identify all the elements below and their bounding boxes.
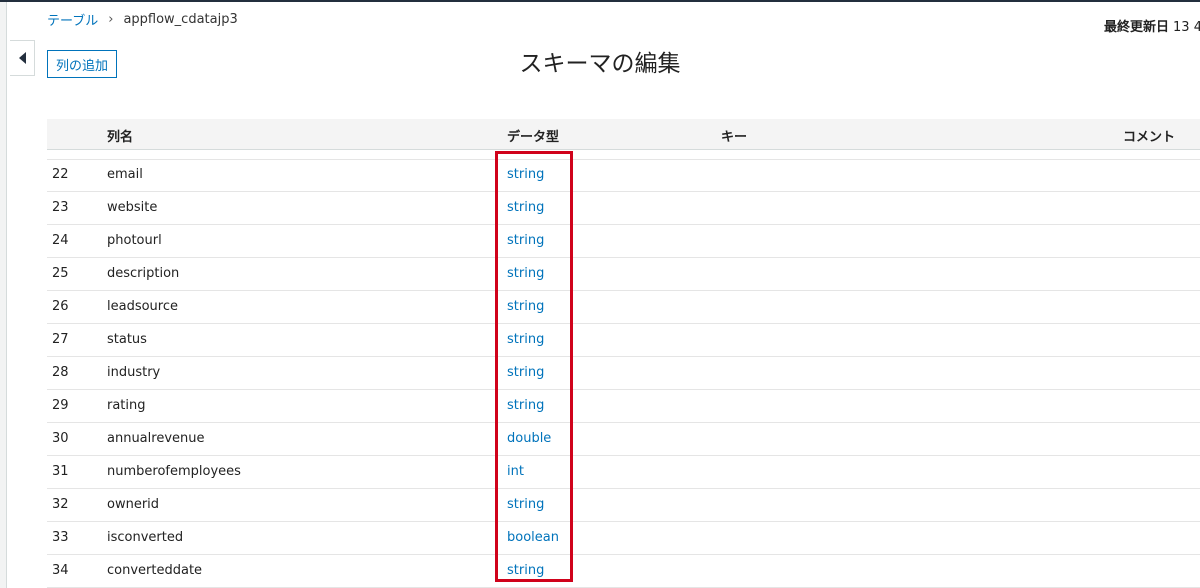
row-number: 34 [52,563,69,578]
data-type-link[interactable]: string [507,299,544,314]
column-header-data-type[interactable]: データ型 [507,126,559,145]
data-type-link[interactable]: string [507,233,544,248]
table-row: 33 isconverted boolean [47,522,1200,555]
column-name: description [107,266,180,281]
column-name: leadsource [107,299,178,314]
column-name: status [107,332,147,347]
left-nav-strip [0,2,7,588]
chevron-right-icon: › [108,12,114,27]
column-header-comment[interactable]: コメント [1123,126,1175,145]
add-column-button[interactable]: 列の追加 [47,50,117,78]
last-updated-label: 最終更新日 [1104,20,1170,35]
column-name: industry [107,365,161,380]
caret-left-icon [18,52,26,64]
table-row: 23 website string [47,192,1200,225]
data-type-link[interactable]: string [507,398,544,413]
table-row: 25 description string [47,258,1200,291]
column-name: email [107,167,143,182]
data-type-link[interactable]: int [507,464,524,479]
row-number: 26 [52,299,69,314]
table-header: 列名 データ型 キー コメント [47,119,1200,150]
row-number: 28 [52,365,69,380]
data-type-link[interactable]: string [507,200,544,215]
schema-table-body: 22 email string 23 website string 24 pho… [47,159,1200,588]
row-number: 23 [52,200,69,215]
row-number: 22 [52,167,69,182]
column-header-key[interactable]: キー [721,126,747,145]
row-number: 32 [52,497,69,512]
row-number: 31 [52,464,69,479]
data-type-link[interactable]: string [507,332,544,347]
last-updated-value: 13 4月 [1173,20,1200,35]
row-number: 25 [52,266,69,281]
column-name: rating [107,398,146,413]
table-row: 32 ownerid string [47,489,1200,522]
data-type-link[interactable]: boolean [507,530,559,545]
table-row: 27 status string [47,324,1200,357]
page-title: スキーマの編集 [519,51,681,77]
column-name: photourl [107,233,162,248]
column-name: isconverted [107,530,184,545]
data-type-link[interactable]: string [507,167,544,182]
row-number: 30 [52,431,69,446]
data-type-link[interactable]: string [507,365,544,380]
data-type-link[interactable]: double [507,431,551,446]
top-border [0,0,1200,2]
column-name: converteddate [107,563,203,578]
table-row: 29 rating string [47,390,1200,423]
column-name: numberofemployees [107,464,241,479]
table-row: 22 email string [47,159,1200,192]
data-type-link[interactable]: string [507,497,544,512]
table-row: 31 numberofemployees int [47,456,1200,489]
row-number: 24 [52,233,69,248]
column-header-name[interactable]: 列名 [107,126,133,145]
column-name: website [107,200,158,215]
data-type-link[interactable]: string [507,266,544,281]
data-type-link[interactable]: string [507,563,544,578]
row-number: 33 [52,530,69,545]
table-row: 30 annualrevenue double [47,423,1200,456]
collapse-panel-button[interactable] [10,40,35,76]
last-updated: 最終更新日13 4月 [1104,16,1200,35]
table-row: 28 industry string [47,357,1200,390]
table-row: 26 leadsource string [47,291,1200,324]
table-row: 34 converteddate string [47,555,1200,588]
breadcrumb: テーブル › appflow_cdatajp3 [47,10,238,29]
column-name: ownerid [107,497,160,512]
breadcrumb-tables-link[interactable]: テーブル [47,10,98,29]
row-number: 27 [52,332,69,347]
breadcrumb-current: appflow_cdatajp3 [123,12,238,27]
table-row: 24 photourl string [47,225,1200,258]
row-number: 29 [52,398,69,413]
column-name: annualrevenue [107,431,205,446]
